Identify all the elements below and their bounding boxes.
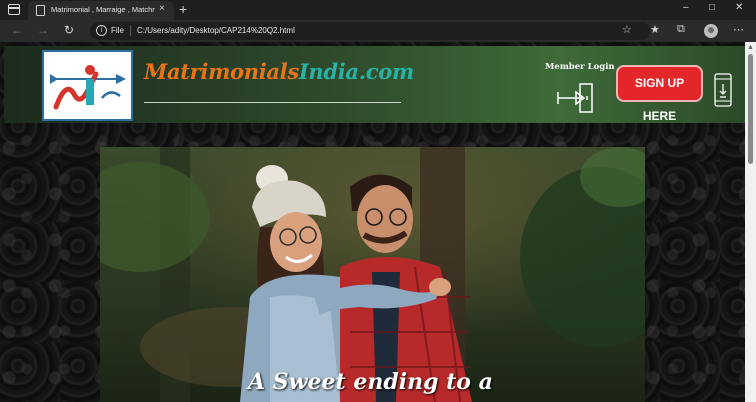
maximize-icon[interactable]: □ (709, 2, 715, 13)
address-scheme-label: File (111, 26, 124, 35)
minimize-icon[interactable]: – (683, 2, 689, 13)
logo-graphic (50, 65, 126, 110)
browser-toolbar: ← → ↻ i File C:/Users/adity/Desktop/CAP2… (0, 20, 756, 42)
page-favicon-icon (36, 5, 45, 16)
brand-name[interactable]: MatrimonialsIndia.com (144, 59, 414, 84)
page-viewport: MatrimonialsIndia.com Member Login SIGN … (0, 42, 745, 402)
site-info-icon[interactable]: i (96, 25, 107, 36)
brand-underline (144, 102, 401, 103)
scrollbar-thumb[interactable] (748, 54, 753, 164)
page-scrollbar[interactable]: ▲ (745, 42, 756, 402)
site-header: MatrimonialsIndia.com Member Login SIGN … (4, 46, 745, 123)
address-bar[interactable]: i File C:/Users/adity/Desktop/CAP214%20Q… (90, 22, 650, 40)
settings-menu-icon[interactable]: ⋯ (733, 23, 744, 36)
scroll-up-icon[interactable]: ▲ (747, 44, 754, 51)
collections-icon[interactable]: ⧉ (677, 23, 685, 36)
tab-title: Matrimonial , Marraige , Matchmaking (51, 5, 155, 14)
forward-icon[interactable]: → (37, 23, 49, 37)
add-favorite-icon[interactable]: ☆ (622, 23, 632, 36)
hero-couple-image (100, 147, 645, 402)
mobile-app-download-icon[interactable] (713, 73, 733, 107)
back-icon[interactable]: ← (11, 23, 23, 37)
brand-name-part1: Matrimonials (144, 59, 299, 84)
address-divider (130, 25, 131, 36)
favorites-icon[interactable]: ★ (650, 23, 660, 36)
profile-avatar[interactable] (704, 24, 718, 38)
tab-actions-icon[interactable] (8, 4, 20, 15)
browser-tab[interactable]: Matrimonial , Marraige , Matchmaking × (28, 1, 174, 20)
site-logo[interactable] (42, 50, 133, 121)
address-url[interactable]: C:/Users/adity/Desktop/CAP214%20Q2.html (137, 26, 295, 35)
signup-button[interactable]: SIGN UP HERE (616, 65, 703, 123)
brand-name-part2: India.com (298, 59, 414, 84)
hero-caption: A Sweet ending to a (248, 369, 493, 395)
close-window-icon[interactable]: ✕ (735, 2, 743, 13)
new-tab-icon[interactable]: + (179, 1, 187, 17)
tab-close-icon[interactable]: × (159, 3, 165, 14)
browser-titlebar: Matrimonial , Marraige , Matchmaking × +… (0, 0, 756, 20)
member-login-label: Member Login (545, 62, 615, 72)
hero-banner: A Sweet ending to a (100, 147, 645, 402)
login-icon[interactable] (556, 82, 596, 114)
reload-icon[interactable]: ↻ (64, 23, 74, 37)
